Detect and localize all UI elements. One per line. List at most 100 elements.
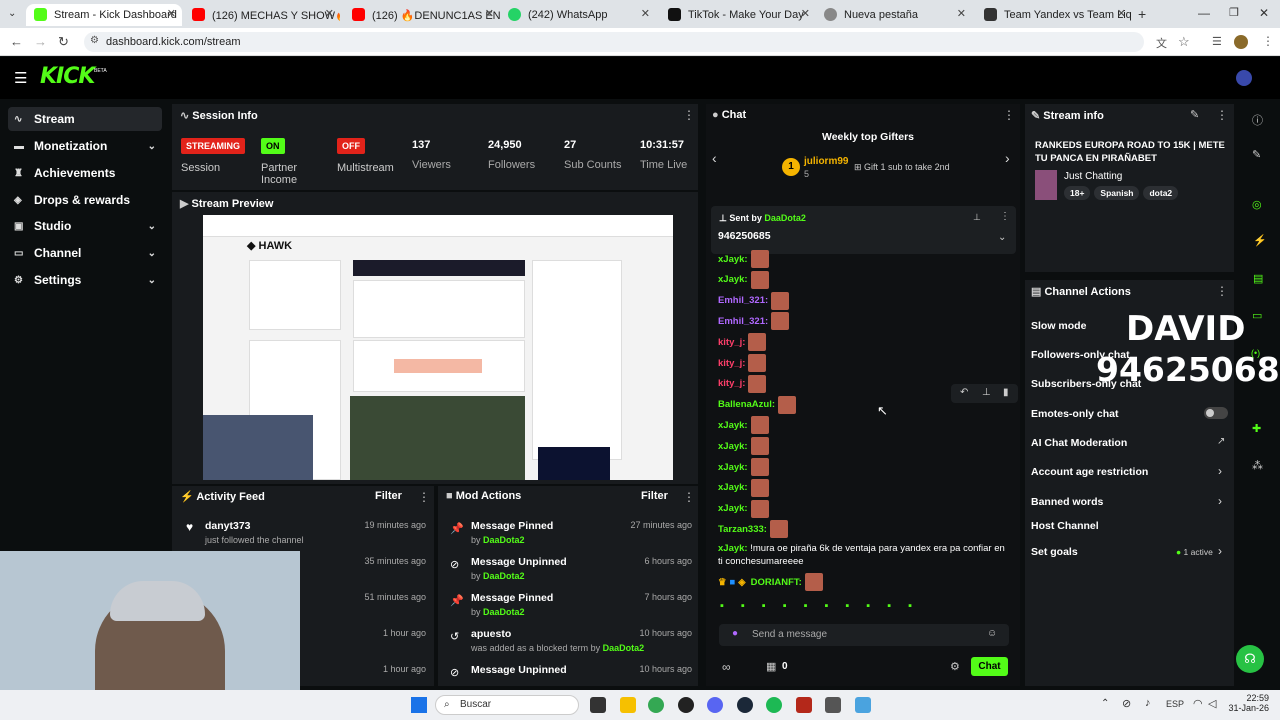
action-host-channel[interactable]: Host Channel: [1031, 520, 1099, 532]
language-indicator[interactable]: ESP: [1166, 699, 1184, 709]
pencil-icon[interactable]: ✎: [1252, 148, 1261, 161]
chat-username[interactable]: Tarzan333:: [718, 524, 767, 535]
unpin-icon[interactable]: ⊥: [973, 212, 981, 223]
stream-preview-video[interactable]: ◆ HAWK: [203, 215, 673, 480]
steam-icon[interactable]: [737, 697, 753, 713]
action-slow-mode[interactable]: Slow mode: [1031, 320, 1086, 332]
support-headset-button[interactable]: ☊: [1236, 645, 1264, 673]
more-options-icon[interactable]: ⋮: [1000, 211, 1010, 222]
action-emotes-only[interactable]: Emotes-only chat: [1031, 408, 1119, 420]
chat-username[interactable]: Emhil_321:: [718, 295, 768, 306]
more-options-icon[interactable]: ⋮: [683, 108, 695, 122]
tag-chip[interactable]: Spanish: [1094, 186, 1140, 200]
clock[interactable]: 22:59 31-Jan-26: [1223, 693, 1269, 713]
chat-username[interactable]: xJayk:: [718, 462, 748, 473]
on-badge[interactable]: ON: [261, 138, 285, 154]
sidebar-item-channel[interactable]: ▭ Channel ⌄: [8, 241, 162, 265]
file-explorer-icon[interactable]: [620, 697, 636, 713]
back-icon[interactable]: ←: [10, 34, 23, 49]
tab-youtube-1[interactable]: (126) MECHAS Y SHOW🔥KING✕: [184, 4, 340, 26]
sidebar-item-settings[interactable]: ⚙ Settings ⌄: [8, 268, 162, 292]
people-icon[interactable]: ⁂: [1252, 459, 1263, 472]
discord-icon[interactable]: [707, 697, 723, 713]
bookmark-star-icon[interactable]: ☆: [1178, 34, 1190, 50]
minimize-icon[interactable]: —: [1198, 6, 1210, 20]
chat-input[interactable]: ● Send a message ☺: [719, 624, 1009, 646]
hamburger-menu-icon[interactable]: ☰: [14, 69, 27, 87]
prev-gifter-icon[interactable]: ‹: [712, 150, 717, 166]
chat-username[interactable]: BallenaAzul:: [718, 399, 775, 410]
expand-pinned-icon[interactable]: ⌄: [998, 232, 1006, 243]
message-icon[interactable]: ▭: [1252, 309, 1262, 322]
close-tab-icon[interactable]: ✕: [801, 7, 810, 20]
sidebar-item-monetization[interactable]: ▬ Monetization ⌄: [8, 134, 162, 158]
activity-filter-button[interactable]: Filter: [375, 490, 402, 502]
tab-youtube-2[interactable]: (126) 🔥DENUNC1AS ENTRE F✕: [344, 4, 500, 26]
maximize-icon[interactable]: ❐: [1229, 6, 1239, 19]
broadcast-icon[interactable]: (•): [1251, 348, 1260, 358]
more-options-icon[interactable]: ⋮: [418, 490, 430, 504]
profile-avatar[interactable]: [1234, 35, 1248, 49]
action-account-age[interactable]: Account age restriction: [1031, 466, 1148, 478]
spotify-icon[interactable]: [766, 697, 782, 713]
action-ai-moderation[interactable]: AI Chat Moderation: [1031, 437, 1127, 449]
pin-icon[interactable]: ⊥: [982, 387, 991, 398]
close-tab-icon[interactable]: ✕: [1117, 7, 1126, 20]
pinned-message[interactable]: ⊥ Sent by DaaDota2 946250685 ⊥ ⋮ ⌄: [711, 206, 1016, 254]
browser-menu-icon[interactable]: ⋮: [1262, 34, 1274, 48]
tab-new[interactable]: Nueva pestaña ✕: [816, 4, 972, 26]
chat-username[interactable]: kity_j:: [718, 337, 745, 348]
chat-username[interactable]: kity_j:: [718, 378, 745, 389]
close-tab-icon[interactable]: ✕: [325, 7, 334, 20]
gift-box-icon[interactable]: ▦: [766, 660, 776, 673]
category-name[interactable]: Just Chatting: [1064, 171, 1122, 182]
gifter-name[interactable]: juliorm99: [804, 156, 848, 167]
external-link-icon[interactable]: ↗: [1217, 436, 1225, 447]
sidebar-item-achievements[interactable]: ♜ Achievements: [8, 161, 162, 185]
chevron-right-icon[interactable]: ›: [1218, 544, 1222, 558]
site-info-icon[interactable]: ⚙: [90, 35, 99, 46]
tab-search-icon[interactable]: ⌄: [8, 8, 16, 19]
chevron-right-icon[interactable]: ›: [1218, 464, 1222, 478]
calculator-icon[interactable]: [825, 697, 841, 713]
close-tab-icon[interactable]: ✕: [167, 7, 176, 20]
off-badge[interactable]: OFF: [337, 138, 365, 154]
close-tab-icon[interactable]: ✕: [485, 7, 494, 20]
close-window-icon[interactable]: ✕: [1259, 6, 1269, 20]
target-icon[interactable]: ◎: [1252, 198, 1262, 211]
notepad-icon[interactable]: [855, 697, 871, 713]
kick-logo[interactable]: KICK: [40, 64, 95, 89]
reload-icon[interactable]: ↻: [58, 34, 69, 50]
delete-icon[interactable]: ▮: [1003, 387, 1009, 398]
more-options-icon[interactable]: ⋮: [1003, 108, 1015, 122]
windows-start-icon[interactable]: [411, 697, 427, 713]
close-tab-icon[interactable]: ✕: [641, 7, 650, 20]
task-view-icon[interactable]: [590, 697, 606, 713]
chat-username[interactable]: kity_j:: [718, 358, 745, 369]
wifi-icon[interactable]: ◠: [1193, 697, 1203, 710]
tag-chip[interactable]: dota2: [1143, 186, 1179, 200]
dota-icon[interactable]: [796, 697, 812, 713]
chat-username[interactable]: Emhil_321:: [718, 316, 768, 327]
chat-username[interactable]: xJayk:: [718, 274, 748, 285]
next-gifter-icon[interactable]: ›: [1005, 150, 1010, 166]
user-avatar[interactable]: [1236, 70, 1252, 86]
action-banned-words[interactable]: Banned words: [1031, 496, 1103, 508]
extensions-icon[interactable]: ☰: [1212, 35, 1222, 48]
more-options-icon[interactable]: ⋮: [1216, 108, 1228, 122]
chat-username[interactable]: xJayk:: [718, 420, 748, 431]
mod-filter-button[interactable]: Filter: [641, 490, 668, 502]
tab-team-yandex[interactable]: Team Yandex vs Team Liqu ✕: [976, 4, 1132, 26]
new-tab-icon[interactable]: +: [1138, 6, 1146, 22]
more-options-icon[interactable]: ⋮: [683, 490, 695, 504]
tag-chip[interactable]: 18+: [1064, 186, 1091, 200]
tab-tiktok[interactable]: TikTok - Make Your Day ✕: [660, 4, 816, 26]
network-icon[interactable]: ⊘: [1122, 697, 1131, 710]
chat-settings-icon[interactable]: ⚙: [950, 660, 960, 673]
info-icon[interactable]: ⓘ: [1252, 112, 1263, 128]
forward-icon[interactable]: →: [34, 34, 47, 49]
reply-icon[interactable]: ↶: [960, 387, 968, 398]
bolt-icon[interactable]: ⚡: [1253, 234, 1267, 247]
document-icon[interactable]: ▤: [1253, 272, 1263, 285]
taskbar-search-box[interactable]: ⌕ Buscar: [435, 695, 579, 715]
